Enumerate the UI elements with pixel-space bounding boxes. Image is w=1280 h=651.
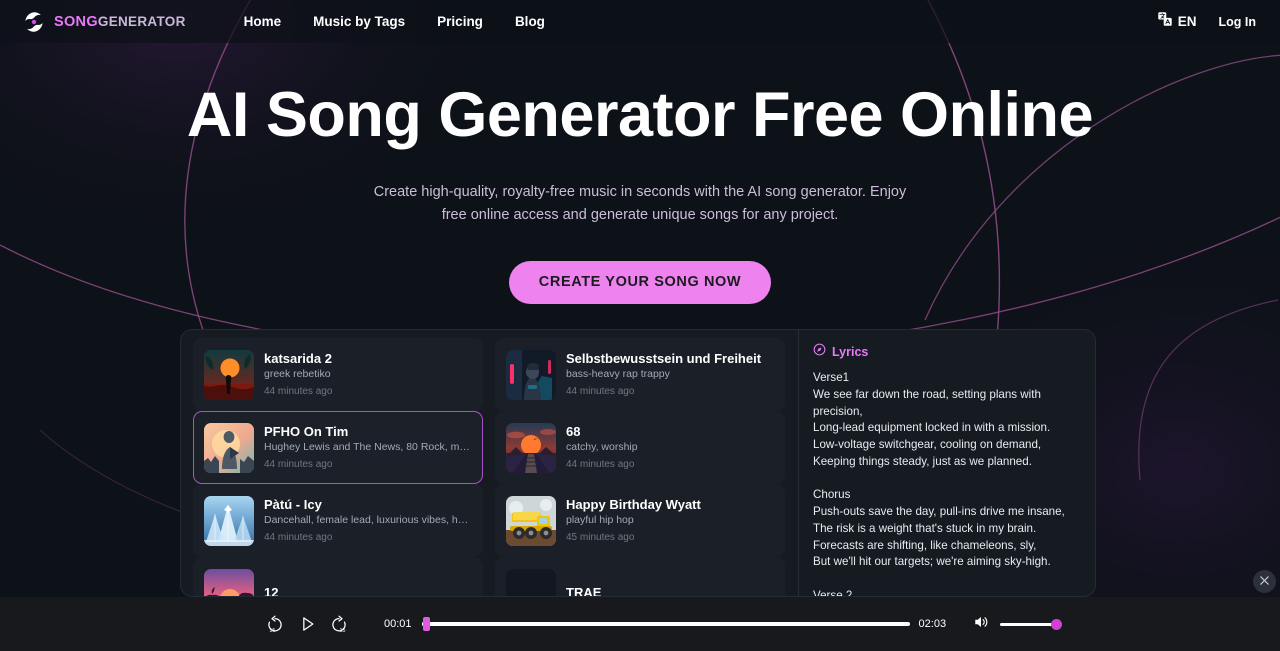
song-meta: 68 catchy, worship 44 minutes ago (566, 423, 774, 472)
lyrics-title: Lyrics (832, 345, 869, 359)
song-title: katsarida 2 (264, 350, 332, 366)
song-artwork (204, 349, 254, 400)
song-artwork (204, 422, 254, 473)
login-button[interactable]: Log In (1211, 10, 1265, 34)
song-meta: Happy Birthday Wyatt playful hip hop 45 mi… (566, 496, 774, 545)
nav-item-blog[interactable]: Blog (499, 8, 561, 35)
nav-item-music-by-tags[interactable]: Music by Tags (297, 8, 421, 35)
song-tags: Hughey Lewis and The News, 80 Rock, male… (264, 441, 472, 454)
song-artwork (506, 568, 556, 596)
logo-text: SONGGENERATOR (54, 14, 186, 30)
forward-15-icon[interactable]: 15 (326, 611, 352, 637)
song-timestamp: 44 minutes ago (264, 459, 333, 471)
lyrics-disc-icon (813, 343, 826, 361)
song-title: TRAE (566, 585, 602, 596)
song-card[interactable]: 12 (193, 557, 483, 596)
song-meta: Pàtú - Icy Dancehall, female lead, luxuri… (264, 496, 472, 545)
create-your-song-now-button[interactable]: CREATE YOUR SONG NOW (508, 260, 772, 304)
logo[interactable]: SONGGENERATOR (22, 10, 186, 34)
lyrics-text: Verse1 We see far down the road, setting… (813, 371, 1065, 596)
site-header: SONGGENERATOR Home Music by Tags Pricing… (0, 0, 1280, 43)
page-title: AI Song Generator Free Online (186, 80, 1094, 150)
nav-item-home[interactable]: Home (228, 8, 298, 35)
song-timestamp: 45 minutes ago (566, 532, 635, 544)
song-title: Pàtú - Icy (264, 496, 322, 512)
seek-track (421, 622, 910, 626)
logo-text-secondary: GENERATOR (97, 13, 186, 29)
song-card[interactable]: PFHO On Tim Hughey Lewis and The News, 80… (193, 411, 483, 484)
song-card[interactable]: TRAE (495, 557, 785, 596)
song-timestamp: 44 minutes ago (566, 386, 635, 398)
song-meta: katsarida 2 greek rebetiko 44 minutes ago (264, 350, 472, 399)
song-timestamp: 44 minutes ago (566, 459, 635, 471)
rewind-15-icon[interactable]: 15 (262, 611, 288, 637)
hero-cta-wrap: CREATE YOUR SONG NOW (0, 260, 1280, 304)
song-card[interactable]: 68 catchy, worship 44 minutes ago (495, 411, 785, 484)
main-nav: Home Music by Tags Pricing Blog (228, 8, 561, 35)
song-card[interactable]: katsarida 2 greek rebetiko 44 minutes ago (193, 338, 483, 411)
song-timestamp: 44 minutes ago (264, 532, 333, 544)
audio-player-bar: 15 15 00:01 02:03 (0, 597, 1280, 651)
hero-subtitle: Create high-quality, royalty-free music … (373, 183, 907, 223)
lyrics-header: Lyrics (813, 343, 1079, 361)
song-tags: greek rebetiko (264, 368, 331, 381)
song-meta: TRAE (566, 584, 774, 596)
song-title: 12 (264, 585, 279, 596)
song-artwork (506, 349, 556, 400)
translate-icon (1157, 11, 1173, 32)
language-label: EN (1177, 14, 1197, 29)
song-title: 68 (566, 423, 581, 439)
song-timestamp: 44 minutes ago (264, 386, 333, 398)
song-title: Selbstbewusstsein und Freiheit (566, 350, 762, 366)
song-tags: playful hip hop (566, 514, 634, 527)
song-card[interactable]: Happy Birthday Wyatt playful hip hop 45 mi… (495, 484, 785, 557)
lyrics-panel: Lyrics Verse1 We see far down the road, … (799, 330, 1095, 596)
song-meta: 12 (264, 584, 472, 596)
song-artwork (506, 495, 556, 546)
volume-handle[interactable] (1051, 618, 1063, 630)
song-generator-logo-icon (22, 10, 46, 34)
logo-text-primary: SONG (54, 13, 98, 30)
hero-section: AI Song Generator Free Online Create hig… (0, 43, 1280, 304)
library-panel: katsarida 2 greek rebetiko 44 minutes ago S… (180, 329, 1096, 597)
song-meta: Selbstbewusstsein und Freiheit bass-heavy… (566, 350, 774, 399)
song-artwork (204, 495, 254, 546)
song-tags: catchy, worship (566, 441, 638, 454)
song-list[interactable]: katsarida 2 greek rebetiko 44 minutes ago S… (181, 330, 798, 596)
song-tags: Dancehall, female lead, luxurious vibes,… (264, 514, 472, 527)
current-time: 00:01 (384, 618, 412, 630)
seek-slider[interactable] (421, 617, 910, 631)
volume-control (972, 613, 1063, 636)
song-tags: bass-heavy rap trappy (566, 368, 670, 381)
song-artwork (204, 568, 254, 596)
volume-on-icon[interactable] (972, 613, 990, 636)
page-root: SONGGENERATOR Home Music by Tags Pricing… (0, 0, 1280, 651)
song-card[interactable]: Selbstbewusstsein und Freiheit bass-heavy… (495, 338, 785, 411)
svg-text:15: 15 (340, 628, 346, 634)
play-button[interactable] (294, 611, 320, 637)
language-switcher[interactable]: EN (1151, 6, 1203, 37)
song-title: Happy Birthday Wyatt (566, 496, 701, 512)
close-icon (1259, 573, 1270, 591)
song-title: PFHO On Tim (264, 423, 349, 439)
svg-text:15: 15 (269, 628, 275, 634)
header-actions: EN Log In (1151, 6, 1264, 37)
close-player-button[interactable] (1253, 570, 1276, 593)
volume-slider[interactable] (1000, 618, 1063, 630)
song-card[interactable]: Pàtú - Icy Dancehall, female lead, luxuri… (193, 484, 483, 557)
seek-handle[interactable] (423, 617, 431, 631)
nav-item-pricing[interactable]: Pricing (421, 8, 499, 35)
song-meta: PFHO On Tim Hughey Lewis and The News, 80… (264, 423, 472, 472)
total-time: 02:03 (918, 618, 947, 630)
song-artwork (506, 422, 556, 473)
